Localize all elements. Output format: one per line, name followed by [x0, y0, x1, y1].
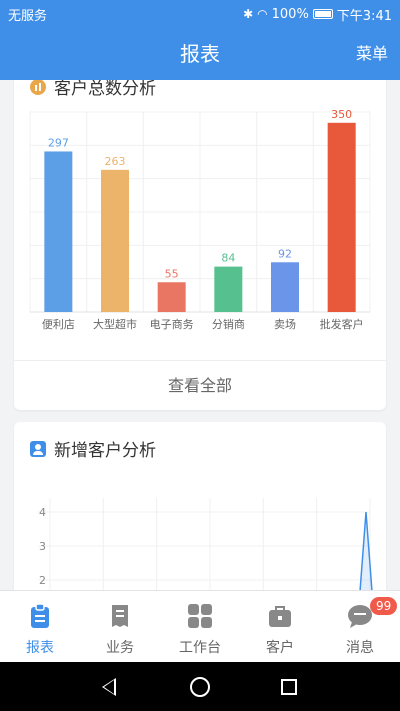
data-label: 263 [105, 155, 126, 168]
tick-label: 批发客户 [320, 317, 364, 331]
new-customer-line-chart: 4 3 2 [38, 498, 373, 590]
new-customer-title: 新增客户分析 [30, 436, 156, 461]
tab-label: 消息 [346, 640, 374, 656]
tab-report[interactable]: 报表 [0, 591, 80, 662]
tab-label: 工作台 [179, 640, 221, 656]
home-icon[interactable] [190, 677, 210, 697]
customer-total-card: 客户总数分析 297 便利店 263 大型超市 55 电子商务 84 分销商 92 卖场 350 批发… [14, 80, 386, 410]
grid-icon [187, 603, 213, 629]
new-customer-card: 新增客户分析 4 3 2 [14, 422, 386, 590]
clock: 下午3:41 [336, 8, 392, 24]
tick-label: 2 [39, 574, 46, 587]
recent-apps-icon[interactable] [281, 679, 297, 695]
bar [101, 169, 129, 312]
clipboard-icon [27, 603, 53, 629]
data-label: 92 [278, 247, 292, 260]
system-nav-bar [0, 662, 400, 711]
battery-percent: 100% [271, 6, 309, 22]
tick-label: 3 [39, 540, 46, 553]
customer-total-bar-chart: 297 便利店 263 大型超市 55 电子商务 84 分销商 92 卖场 350 批发客户 [29, 108, 371, 331]
new-customer-title-text: 新增客户分析 [54, 441, 156, 461]
bar [271, 262, 299, 312]
tick-label: 便利店 [42, 317, 75, 331]
user-icon [30, 440, 46, 457]
wifi-icon: ◠ [257, 7, 268, 21]
carrier-label: 无服务 [8, 8, 48, 24]
tick-label: 4 [39, 506, 46, 519]
briefcase-icon [267, 603, 293, 629]
tab-messages[interactable]: 99 消息 [320, 591, 400, 662]
tab-label: 客户 [266, 640, 294, 656]
report-content[interactable]: 客户总数分析 297 便利店 263 大型超市 55 电子商务 84 分销商 92 卖场 350 批发… [0, 80, 400, 590]
back-icon[interactable] [102, 678, 116, 696]
bar-chart-icon [30, 80, 46, 95]
view-all-button[interactable]: 查看全部 [14, 360, 386, 410]
bar [327, 122, 356, 312]
message-badge: 99 [370, 597, 398, 615]
customer-total-title-text: 客户总数分析 [54, 80, 156, 99]
tab-customer[interactable]: 客户 [240, 591, 320, 662]
bar [157, 282, 186, 312]
data-label: 55 [165, 267, 179, 280]
data-label: 350 [331, 108, 352, 121]
status-right: ✱ ◠ 100% 下午3:41 [243, 5, 392, 24]
document-icon [107, 603, 133, 629]
tick-label: 电子商务 [150, 317, 194, 331]
tick-label: 大型超市 [93, 317, 137, 331]
tab-workbench[interactable]: 工作台 [160, 591, 240, 662]
page-title: 报表 [180, 42, 220, 66]
tab-business[interactable]: 业务 [80, 591, 160, 662]
menu-button[interactable]: 菜单 [356, 28, 388, 80]
data-label: 297 [48, 136, 69, 149]
bluetooth-icon: ✱ [243, 7, 254, 21]
status-bar: 无服务 ✱ ◠ 100% 下午3:41 [0, 0, 400, 28]
bar [44, 151, 73, 312]
tick-label: 分销商 [212, 317, 245, 331]
battery-icon [312, 9, 333, 19]
data-label: 84 [221, 252, 235, 265]
tab-label: 报表 [26, 640, 54, 656]
app-bar: 报表 菜单 [0, 28, 400, 80]
bar [214, 266, 243, 312]
bottom-tab-bar: 报表 业务 工作台 客户 99 消息 [0, 590, 400, 662]
tab-label: 业务 [106, 640, 134, 656]
tick-label: 卖场 [274, 317, 296, 331]
customer-total-title: 客户总数分析 [30, 80, 156, 99]
